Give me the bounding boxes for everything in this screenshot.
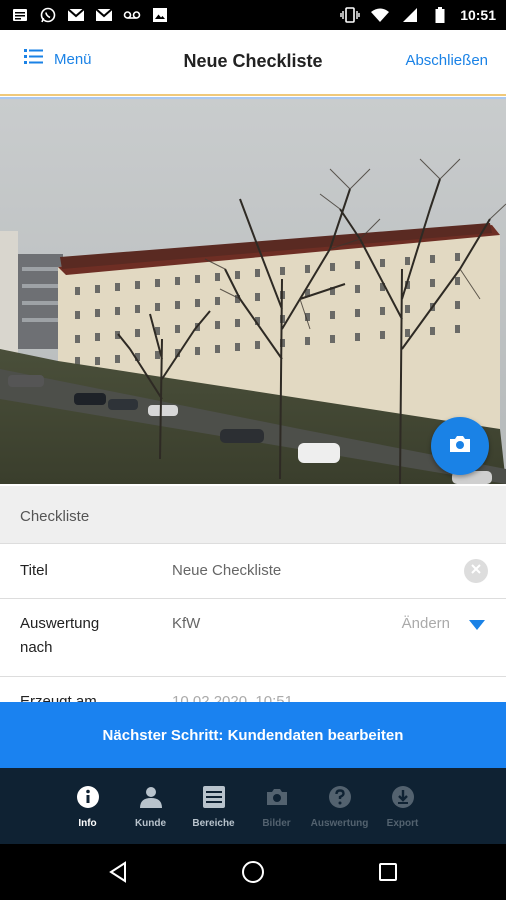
home-icon[interactable] (233, 852, 273, 892)
close-icon (470, 562, 482, 580)
info-icon (75, 784, 101, 810)
title-row: Titel Neue Checkliste (0, 544, 506, 599)
menu-button[interactable]: Menü (24, 48, 92, 70)
battery-icon (430, 7, 450, 23)
evaluation-label-line1: Auswertung (20, 615, 100, 632)
clock: 10:51 (460, 7, 496, 23)
tab-customer[interactable]: Kunde (119, 768, 182, 844)
system-icons: 10:51 (340, 7, 496, 23)
list-menu-icon (24, 48, 44, 70)
mail-icon (66, 7, 86, 23)
change-evaluation-button[interactable]: Ändern (402, 612, 450, 636)
tab-export[interactable]: Export (371, 768, 434, 844)
person-icon (138, 784, 164, 810)
title-input[interactable]: Neue Checkliste (172, 559, 281, 583)
evaluation-label: Auswertung nach (20, 612, 99, 660)
tab-images[interactable]: Bilder (245, 768, 308, 844)
status-bar: 10:51 (0, 0, 506, 30)
tab-export-label: Export (386, 818, 419, 829)
tab-info[interactable]: Info (56, 768, 119, 844)
tab-evaluation[interactable]: Auswertung (308, 768, 371, 844)
evaluation-label-line2: nach (20, 639, 53, 656)
chevron-down-icon[interactable] (468, 618, 486, 636)
camera-icon (448, 434, 472, 459)
title-label: Titel (20, 562, 48, 579)
evaluation-row[interactable]: Auswertung nach KfW Ändern (0, 599, 506, 677)
system-navigation-bar (0, 844, 506, 900)
recent-apps-icon[interactable] (368, 852, 408, 892)
notification-icons (10, 7, 170, 23)
clear-title-button[interactable] (464, 559, 488, 583)
export-icon (390, 784, 416, 810)
tab-areas-label: Bereiche (192, 818, 235, 829)
evaluation-value: KfW (172, 615, 201, 632)
tab-info-label: Info (78, 818, 97, 829)
camera-icon (264, 784, 290, 810)
next-step-button[interactable]: Nächster Schritt: Kundendaten bearbeiten (0, 702, 506, 768)
menu-label: Menü (54, 50, 92, 68)
wifi-icon (370, 7, 390, 23)
section-header: Checkliste (0, 486, 506, 544)
cover-photo (0, 99, 506, 484)
image-icon (150, 7, 170, 23)
back-icon[interactable] (98, 852, 138, 892)
voicemail-icon (122, 7, 142, 23)
help-icon (327, 784, 353, 810)
take-photo-button[interactable] (431, 417, 489, 475)
mail-icon (94, 7, 114, 23)
signal-icon (400, 7, 420, 23)
tab-customer-label: Kunde (134, 818, 167, 829)
nav-bar: Menü Neue Checkliste Abschließen (0, 30, 506, 94)
finish-button[interactable]: Abschließen (405, 52, 488, 69)
tab-evaluation-label: Auswertung (310, 818, 369, 829)
tab-bar: Info Kunde Bereiche Bilder Auswertung Ex… (0, 768, 506, 844)
message-icon (10, 7, 30, 23)
list-icon (201, 784, 227, 810)
vibrate-icon (340, 7, 360, 23)
whatsapp-icon (38, 7, 58, 23)
tab-images-label: Bilder (262, 818, 291, 829)
tab-areas[interactable]: Bereiche (182, 768, 245, 844)
